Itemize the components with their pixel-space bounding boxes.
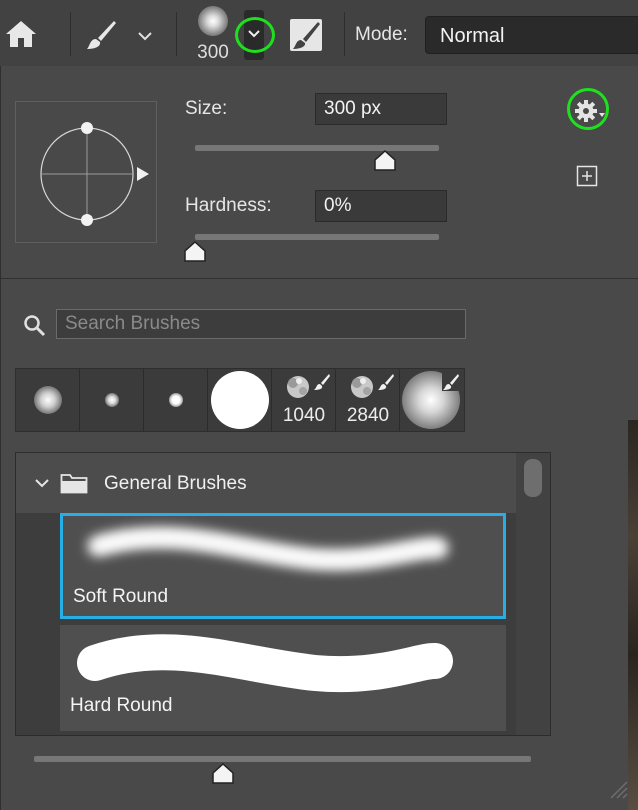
brush-icon <box>442 373 460 391</box>
brush-presets-list: General Brushes Soft Round Hard Round <box>15 452 551 736</box>
brush-preset-picker: Size: 300 px Hardness: 0% Search Brushes… <box>0 66 638 810</box>
hardness-slider-track[interactable] <box>195 234 439 240</box>
new-preset-icon[interactable] <box>576 165 598 187</box>
brush-preset-hard-round[interactable]: Hard Round <box>60 625 506 731</box>
blend-mode-select[interactable]: Normal <box>425 16 638 54</box>
toolbar-divider <box>344 12 345 56</box>
hard-round-stroke-preview <box>77 634 453 693</box>
size-label: Size: <box>185 98 228 119</box>
brush-preset-label: Hard Round <box>70 695 173 716</box>
resize-grip-icon[interactable] <box>607 778 629 800</box>
brush-preset-chevron-icon[interactable] <box>136 30 154 42</box>
brush-icon <box>378 374 394 390</box>
options-bar: 300 Mode: Normal <box>0 0 638 67</box>
search-brushes-input[interactable] <box>56 309 466 339</box>
folder-icon <box>60 474 88 494</box>
highlight-ring <box>567 88 609 130</box>
size-slider-thumb[interactable] <box>373 150 397 172</box>
recent-brush-hard-large[interactable] <box>208 369 272 431</box>
size-slider-track[interactable] <box>195 145 439 151</box>
recent-brush-soft-large[interactable] <box>400 369 464 431</box>
highlight-ring <box>235 17 275 53</box>
brush-angle-roundness-preview[interactable] <box>15 101 157 243</box>
brush-group-general[interactable]: General Brushes <box>16 453 516 513</box>
toolbar-divider <box>70 12 71 56</box>
recent-brush-textured[interactable]: 1040 <box>272 369 336 431</box>
hardness-label: Hardness: <box>185 195 272 216</box>
brush-icon <box>314 374 330 390</box>
brush-preset-label: Soft Round <box>73 586 169 607</box>
brush-panel-toggle-icon[interactable] <box>288 17 324 53</box>
recent-brush-soft[interactable] <box>16 369 80 431</box>
brush-size-label: 2840 <box>346 405 390 426</box>
brush-tool-icon[interactable] <box>84 18 118 52</box>
recent-brush-small-hard[interactable] <box>144 369 208 431</box>
recent-brushes-strip: 1040 2840 <box>15 368 465 432</box>
brush-settings-section: Size: 300 px Hardness: 0% <box>1 66 638 279</box>
brush-group-label: General Brushes <box>104 473 247 494</box>
size-input[interactable]: 300 px <box>315 93 447 125</box>
preview-size-slider-thumb[interactable] <box>211 763 235 785</box>
brush-preset-soft-round[interactable]: Soft Round <box>60 513 506 619</box>
recent-brush-textured[interactable]: 2840 <box>336 369 400 431</box>
hardness-slider-thumb[interactable] <box>183 241 207 263</box>
hardness-input[interactable]: 0% <box>315 190 447 222</box>
preview-size-slider-track[interactable] <box>34 756 531 762</box>
mode-label: Mode: <box>355 24 408 45</box>
search-icon <box>24 315 46 337</box>
brush-size-label: 1040 <box>282 405 326 426</box>
brush-size-readout: 300 <box>197 42 229 63</box>
recent-brush-small-soft[interactable] <box>80 369 144 431</box>
scrollbar-thumb[interactable] <box>524 459 542 497</box>
brush-tip-preview[interactable] <box>198 6 228 36</box>
canvas-background-edge <box>628 420 638 810</box>
chevron-down-icon[interactable] <box>34 477 50 489</box>
toolbar-divider <box>176 12 177 56</box>
soft-round-stroke-preview <box>88 527 448 570</box>
home-icon[interactable] <box>4 19 38 49</box>
